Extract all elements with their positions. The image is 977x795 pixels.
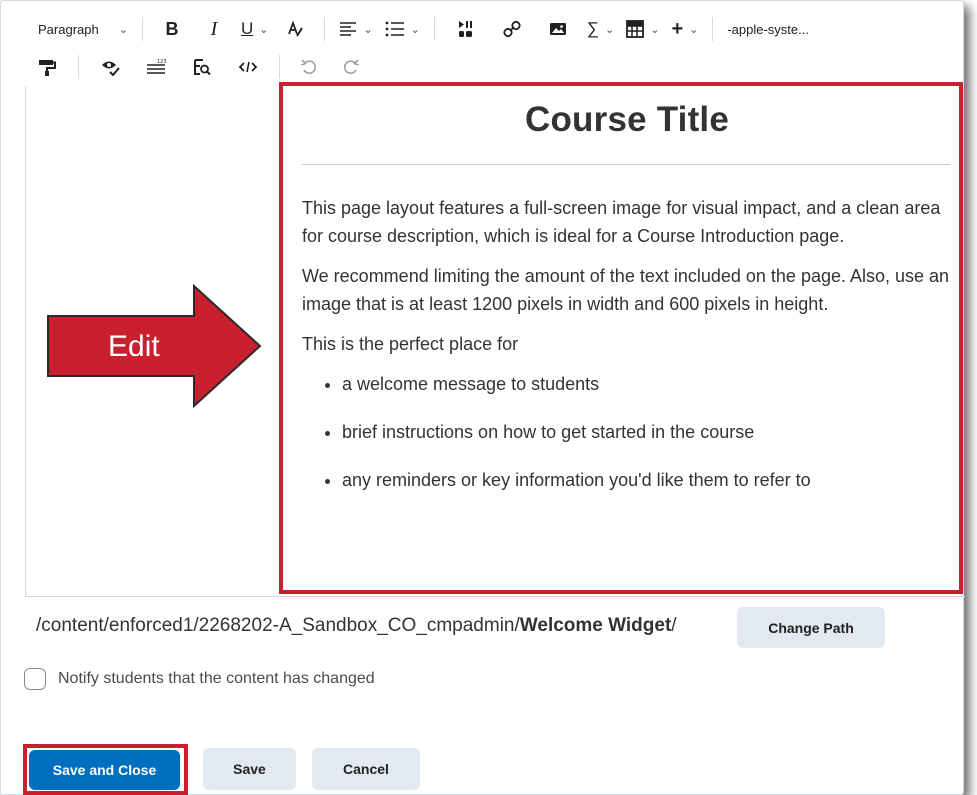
insert-stuff-icon — [458, 21, 472, 37]
align-icon — [340, 22, 357, 36]
list-icon — [385, 21, 404, 37]
change-path-button[interactable]: Change Path — [737, 607, 885, 648]
save-button[interactable]: Save — [203, 748, 296, 790]
italic-button[interactable]: I — [193, 14, 235, 44]
align-dropdown[interactable]: ⌄ — [333, 14, 378, 44]
notify-option: Notify students that the content has cha… — [24, 668, 375, 690]
underline-icon: U — [240, 19, 254, 38]
editor-toolbar: Paragraph ⌄ B I U ⌄ ⌄ ⌄ ∑ ⌄ ⌄ + ⌄ -apple… — [22, 10, 962, 86]
undo-button[interactable] — [288, 52, 330, 82]
save-close-highlight-box — [23, 744, 188, 795]
source-code-icon — [239, 61, 257, 73]
word-count-button[interactable]: 123 — [133, 52, 179, 82]
link-icon — [503, 20, 521, 38]
list-dropdown[interactable]: ⌄ — [379, 14, 426, 44]
accessibility-checker-icon — [102, 61, 120, 76]
table-icon — [626, 20, 645, 38]
chevron-down-icon: ⌄ — [650, 23, 660, 36]
format-painter-icon — [39, 60, 56, 76]
equation-icon: ∑ — [586, 19, 599, 38]
toolbar-separator — [433, 17, 435, 41]
table-dropdown[interactable]: ⌄ — [620, 14, 665, 44]
path-prefix: /content/enforced1/2268202-A_Sandbox_CO_… — [36, 615, 520, 636]
redo-icon — [343, 59, 359, 74]
path-suffix: / — [671, 615, 677, 636]
insert-stuff-button[interactable] — [443, 14, 489, 44]
bold-icon: B — [165, 18, 179, 39]
image-button[interactable] — [535, 14, 581, 44]
cancel-button[interactable]: Cancel — [312, 748, 420, 790]
content-path: /content/enforced1/2268202-A_Sandbox_CO_… — [36, 610, 677, 642]
link-button[interactable] — [489, 14, 535, 44]
toolbar-separator — [279, 55, 280, 79]
content-highlight-box — [279, 82, 963, 594]
plus-icon: + — [671, 17, 684, 40]
edit-arrow-label: Edit — [108, 330, 160, 363]
block-format-label: Paragraph — [38, 21, 99, 37]
chevron-down-icon: ⌄ — [118, 23, 128, 36]
image-icon — [549, 23, 566, 35]
equation-dropdown[interactable]: ∑ ⌄ — [581, 14, 620, 44]
font-family-dropdown[interactable]: -apple-syste... — [721, 14, 815, 44]
editor-border — [25, 86, 26, 596]
toolbar-separator — [78, 55, 79, 79]
notify-label: Notify students that the content has cha… — [58, 670, 375, 687]
toolbar-separator — [141, 17, 143, 41]
find-replace-icon — [194, 59, 211, 76]
notify-checkbox[interactable] — [24, 668, 46, 690]
chevron-down-icon: ⌄ — [605, 23, 615, 36]
accessibility-checker-button[interactable] — [87, 52, 133, 82]
path-folder: Welcome Widget — [519, 615, 672, 636]
toolbar-separator — [712, 17, 714, 41]
chevron-down-icon: ⌄ — [410, 23, 420, 36]
italic-icon: I — [210, 17, 218, 40]
svg-text:123: 123 — [157, 59, 166, 65]
format-painter-button[interactable] — [22, 52, 70, 82]
chevron-down-icon: ⌄ — [363, 23, 373, 36]
text-color-icon — [288, 20, 304, 37]
editor-border — [25, 596, 965, 597]
word-count-icon: 123 — [147, 59, 166, 74]
source-code-button[interactable] — [225, 52, 271, 82]
font-family-label: -apple-syste... — [727, 21, 809, 37]
insert-more-dropdown[interactable]: + ⌄ — [665, 14, 704, 44]
toolbar-row-2: 123 — [22, 48, 372, 86]
bold-button[interactable]: B — [151, 14, 193, 44]
underline-button[interactable]: U ⌄ — [235, 14, 275, 44]
toolbar-separator — [324, 17, 326, 41]
chevron-down-icon: ⌄ — [259, 23, 269, 36]
block-format-dropdown[interactable]: Paragraph ⌄ — [22, 14, 134, 44]
chevron-down-icon: ⌄ — [689, 23, 699, 36]
toolbar-row-1: Paragraph ⌄ B I U ⌄ ⌄ ⌄ ∑ ⌄ ⌄ + ⌄ -apple… — [22, 10, 815, 48]
redo-button[interactable] — [330, 52, 372, 82]
text-color-button[interactable] — [274, 14, 316, 44]
undo-icon — [301, 59, 317, 74]
find-replace-button[interactable] — [179, 52, 225, 82]
